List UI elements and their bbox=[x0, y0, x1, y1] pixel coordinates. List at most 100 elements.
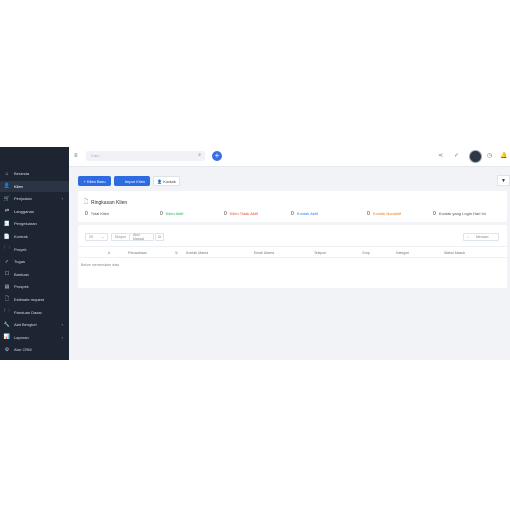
summary-stat[interactable]: 0 Kontak yang Login Hari Ini bbox=[433, 211, 486, 217]
summary-stat[interactable]: 0 Kontak Aktif bbox=[291, 211, 318, 217]
folder-icon: 🗀 bbox=[4, 245, 10, 252]
sidebar-item-label: Kontrak bbox=[14, 234, 28, 239]
topbar: ≡ Cari... ⌕ + ⋖ ✓ ◷ 🔔 bbox=[69, 147, 510, 167]
stat-value: 0 bbox=[160, 211, 163, 217]
sidebar-item-label: Pengeluaran bbox=[14, 221, 37, 227]
stat-label: Kontak Aktif bbox=[296, 211, 318, 216]
bell-icon[interactable]: 🔔 bbox=[500, 152, 507, 159]
sidebar-item-label: Penjualan bbox=[14, 196, 32, 202]
summary-stat[interactable]: 0 Klien Tidak Aktif bbox=[224, 211, 258, 217]
summary-title-row: 🗋 Ringkasan Klien bbox=[84, 199, 127, 206]
clients-table-panel: 25 ⌄ Ekspor Aksi Massal ⧉ ⌕ Mencari # Per… bbox=[78, 225, 507, 288]
sidebar-item-proyek[interactable]: 🗀 Proyek bbox=[0, 244, 69, 255]
search-placeholder: Cari... bbox=[91, 153, 102, 158]
home-icon: ⌂ bbox=[5, 170, 9, 177]
sidebar-item-label: Alat Bengkel bbox=[14, 322, 37, 328]
column-header[interactable]: Waktu Masuk bbox=[444, 251, 465, 255]
chevron-left-icon: ‹ bbox=[61, 196, 63, 202]
bulk-action-button[interactable]: Aksi Massal bbox=[129, 233, 154, 241]
search-icon[interactable]: ⌕ bbox=[198, 152, 201, 158]
column-header[interactable]: # bbox=[108, 251, 110, 255]
sidebar-item-panduan-dasar[interactable]: 🗁 Panduan Dasar bbox=[0, 307, 69, 318]
sidebar-item-label: Atur CRM bbox=[14, 347, 32, 353]
check-icon[interactable]: ✓ bbox=[454, 152, 459, 159]
avatar[interactable] bbox=[469, 150, 482, 163]
chart-icon: 📊 bbox=[3, 334, 11, 341]
column-header[interactable]: Kontak Utama bbox=[186, 251, 208, 255]
check-circle-icon: ✓ bbox=[4, 258, 10, 265]
stat-value: 0 bbox=[224, 211, 227, 217]
sidebar-item-label: Proyek bbox=[14, 246, 27, 252]
new-client-button[interactable]: + Klien Baru bbox=[78, 176, 111, 186]
column-header[interactable]: Kategori bbox=[396, 251, 409, 255]
sidebar-item-label: Estimate request bbox=[14, 297, 45, 302]
wrench-icon: 🔧 bbox=[3, 321, 11, 328]
sidebar-item-laporan[interactable]: 📊 Laporan ‹ bbox=[0, 332, 69, 343]
column-header[interactable]: Telepon bbox=[314, 251, 326, 255]
share-icon[interactable]: ⋖ bbox=[438, 152, 443, 159]
column-header[interactable]: Email Utama bbox=[254, 251, 274, 255]
sidebar-item-prospek[interactable]: ▤ Prospek bbox=[0, 281, 69, 292]
sidebar-item-label: Beranda bbox=[14, 171, 30, 176]
sidebar-item-penjualan[interactable]: 🛒 Penjualan ‹ bbox=[0, 193, 69, 204]
sidebar-item-label: Laporan bbox=[14, 334, 29, 340]
inbox-icon: ☐ bbox=[4, 271, 10, 278]
clock-icon[interactable]: ◷ bbox=[487, 152, 492, 159]
sidebar-item-atur-crm[interactable]: ⚙ Atur CRM bbox=[0, 344, 69, 355]
sidebar: ⌂ Beranda 👤 Klien 🛒 Penjualan ‹ ⇄ Langganan 🧾 Peng… bbox=[0, 147, 69, 360]
sort-icon[interactable]: ⇅ bbox=[175, 251, 178, 255]
file-icon: 🗋 bbox=[4, 295, 10, 302]
page-size-select[interactable]: 25 ⌄ bbox=[85, 233, 108, 241]
refresh-icon: ⇄ bbox=[4, 208, 10, 215]
sidebar-item-label: Klien bbox=[14, 183, 23, 189]
user-icon: 👤 bbox=[3, 183, 11, 190]
sidebar-item-alat-bengkel[interactable]: 🔧 Alat Bengkel ‹ bbox=[0, 319, 69, 330]
summary-stat[interactable]: 0 Total Klien bbox=[85, 211, 109, 217]
summary-stat[interactable]: 0 Kontak Nonaktif bbox=[367, 211, 401, 217]
sidebar-item-bantuan[interactable]: ☐ Bantuan bbox=[0, 269, 69, 280]
sidebar-item-kontrak[interactable]: 📄 Kontrak bbox=[0, 231, 69, 242]
chevron-left-icon: ‹ bbox=[61, 334, 63, 340]
stat-label: Klien Aktif bbox=[165, 211, 184, 216]
summary-stat[interactable]: 0 Klien Aktif bbox=[160, 211, 183, 217]
sidebar-item-label: Tugas bbox=[14, 259, 25, 265]
prospect-icon: ▤ bbox=[4, 283, 10, 290]
column-header[interactable]: Grup bbox=[362, 251, 370, 255]
sidebar-item-pengeluaran[interactable]: 🧾 Pengeluaran bbox=[0, 218, 69, 229]
book-icon: 🗁 bbox=[3, 308, 11, 315]
stat-value: 0 bbox=[85, 211, 88, 217]
table-header: # Perusahaan ⇅ Kontak Utama Email Utama Telep… bbox=[78, 246, 507, 258]
sidebar-item-tugas[interactable]: ✓ Tugas bbox=[0, 256, 69, 267]
sidebar-item-label: Panduan Dasar bbox=[14, 309, 42, 315]
document-icon: 🗋 bbox=[84, 199, 89, 205]
table-search-placeholder: Mencari bbox=[475, 235, 489, 239]
contract-icon: 📄 bbox=[3, 233, 11, 240]
app-window: ⌂ Beranda 👤 Klien 🛒 Penjualan ‹ ⇄ Langganan 🧾 Peng… bbox=[0, 147, 510, 360]
sidebar-item-label: Prospek bbox=[14, 284, 29, 290]
sidebar-item-langganan[interactable]: ⇄ Langganan bbox=[0, 206, 69, 217]
cart-icon: 🛒 bbox=[3, 195, 11, 202]
search-icon: ⌕ bbox=[467, 235, 469, 239]
empty-state-text: Belum menemukan data bbox=[81, 263, 119, 267]
add-button[interactable]: + bbox=[212, 151, 222, 161]
stat-value: 0 bbox=[291, 211, 294, 217]
import-client-button[interactable]: 👤 Impor Klien bbox=[114, 176, 150, 186]
external-link-icon[interactable]: ⧉ bbox=[155, 233, 164, 241]
stat-value: 0 bbox=[367, 211, 370, 217]
stat-label: Klien Tidak Aktif bbox=[229, 211, 259, 216]
menu-toggle-icon[interactable]: ≡ bbox=[74, 153, 78, 159]
filter-icon[interactable]: ▼ bbox=[497, 175, 510, 186]
receipt-icon: 🧾 bbox=[3, 220, 11, 227]
contact-button[interactable]: 👤 Kontak bbox=[153, 176, 180, 186]
sidebar-item-label: Langganan bbox=[14, 208, 35, 214]
stat-label: Kontak Nonaktif bbox=[372, 211, 402, 216]
stat-value: 0 bbox=[433, 211, 436, 217]
export-button[interactable]: Ekspor bbox=[111, 233, 129, 241]
client-summary-card: 🗋 Ringkasan Klien 0 Total Klien 0 Klien Akt… bbox=[78, 191, 507, 222]
sidebar-item-estimate-request[interactable]: 🗋 Estimate request bbox=[0, 294, 69, 305]
table-search-input[interactable]: ⌕ Mencari bbox=[463, 233, 499, 241]
sidebar-item-klien[interactable]: 👤 Klien bbox=[0, 180, 69, 192]
search-input[interactable]: Cari... ⌕ bbox=[86, 151, 205, 161]
column-header[interactable]: Perusahaan bbox=[128, 251, 147, 255]
sidebar-item-beranda[interactable]: ⌂ Beranda bbox=[0, 168, 69, 179]
